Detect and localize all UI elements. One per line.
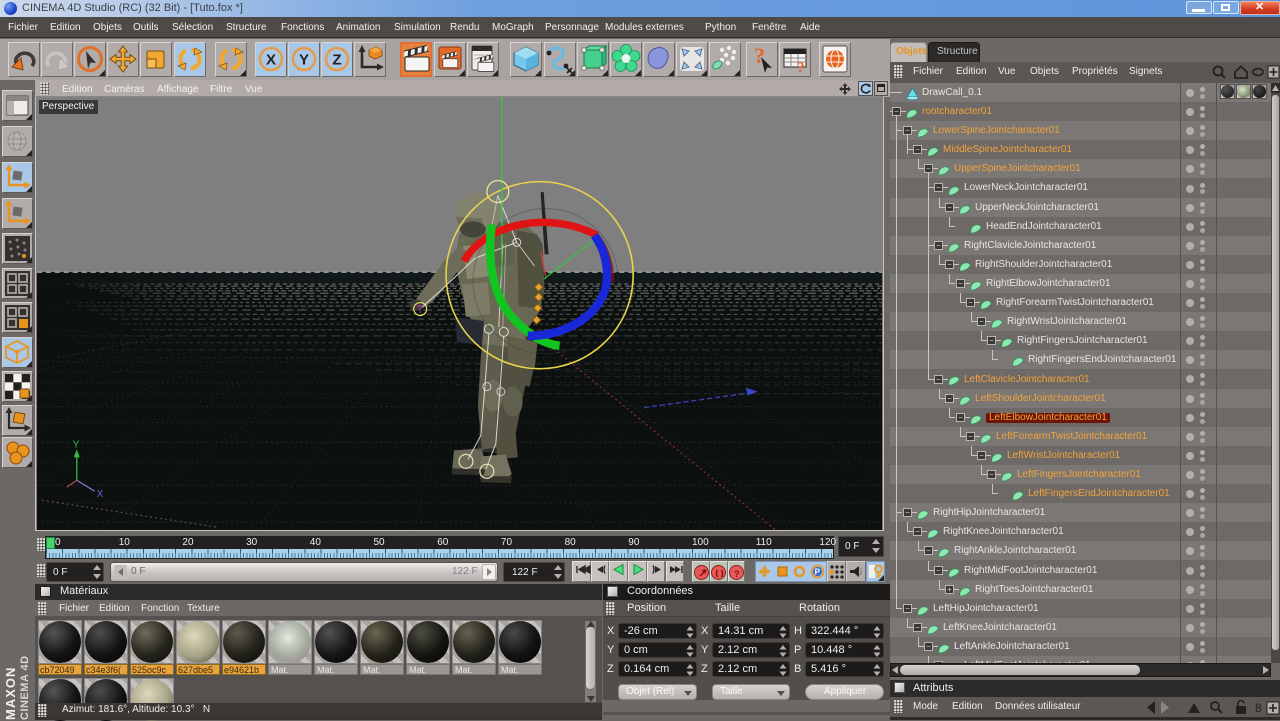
svg-text:P: P xyxy=(814,568,820,577)
svg-text:Y: Y xyxy=(299,52,309,69)
svg-text:X: X xyxy=(266,52,276,69)
svg-text:Y: Y xyxy=(73,439,80,450)
svg-text:?: ? xyxy=(734,569,740,579)
svg-text:8: 8 xyxy=(1255,701,1262,715)
svg-text:?: ? xyxy=(797,60,805,76)
svg-text:X: X xyxy=(97,489,104,500)
svg-text:Z: Z xyxy=(332,52,341,69)
